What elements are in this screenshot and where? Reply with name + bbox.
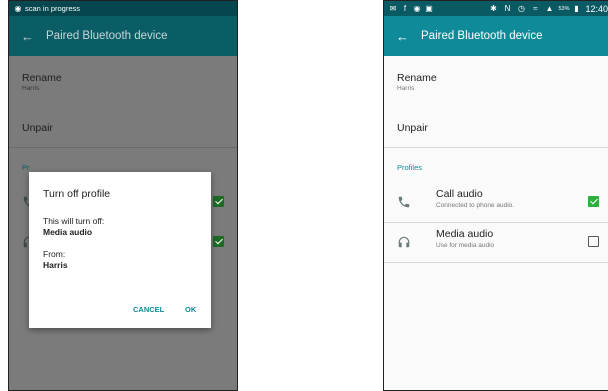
media-audio-title: Media audio xyxy=(436,228,494,240)
alarm-icon: ◷ xyxy=(517,4,525,13)
call-audio-row[interactable]: Call audio Connected to phone audio. xyxy=(384,182,608,222)
clock: 12:40 xyxy=(585,3,608,14)
chat-icon: ◉ xyxy=(413,4,421,13)
media-audio-text: Media audio Use for media audio xyxy=(436,228,494,249)
media-audio-checkbox[interactable] xyxy=(213,236,224,247)
unpair-item[interactable]: Unpair xyxy=(397,122,602,134)
settings-list: Rename Harris Unpair Pr Turn off profile… xyxy=(9,56,237,390)
device-name: Harris xyxy=(22,85,40,92)
profiles-section-label: Profiles xyxy=(397,163,423,172)
signal-icon: ▲ xyxy=(545,4,554,13)
call-audio-checkbox[interactable] xyxy=(213,196,224,207)
rename-label: Rename xyxy=(22,72,62,84)
app-bar-title: Paired Bluetooth device xyxy=(46,30,168,42)
app-bar: ← Paired Bluetooth device xyxy=(384,16,608,56)
dialog-device-name: Harris xyxy=(43,260,68,270)
back-arrow-icon[interactable]: ← xyxy=(396,29,409,44)
status-right: ✱ N ◷ ≈ ▲ 53% ▮ 12:40 xyxy=(488,4,608,14)
divider xyxy=(384,262,608,263)
back-arrow-icon[interactable]: ← xyxy=(21,29,34,44)
unpair-label: Unpair xyxy=(22,122,53,134)
media-audio-subtitle: Use for media audio xyxy=(436,242,495,249)
battery-icon: ▮ xyxy=(574,4,579,13)
email-icon: ✉ xyxy=(389,4,397,13)
dialog-profile-name: Media audio xyxy=(43,227,93,237)
phone-icon xyxy=(397,195,411,209)
headphones-icon xyxy=(397,235,411,249)
wifi-icon: ≈ xyxy=(533,4,538,13)
divider xyxy=(384,147,608,148)
status-bar: ✉ f ◉ ▣ ✱ N ◷ ≈ ▲ 53% ▮ 12:40 xyxy=(384,1,608,16)
ok-button[interactable]: OK xyxy=(185,305,196,314)
call-audio-checkbox[interactable] xyxy=(588,196,599,207)
media-audio-row[interactable]: Media audio Use for media audio xyxy=(384,222,608,262)
rename-label: Rename xyxy=(397,72,437,84)
call-audio-subtitle: Connected to phone audio. xyxy=(436,202,515,209)
bluetooth-icon: ✱ xyxy=(490,4,497,13)
nfc-icon: N xyxy=(504,4,511,13)
dialog-title: Turn off profile xyxy=(43,188,111,200)
unpair-item[interactable]: Unpair xyxy=(22,122,227,134)
rename-item[interactable]: Rename Harris xyxy=(397,72,602,92)
unpair-label: Unpair xyxy=(397,122,428,134)
device-name: Harris xyxy=(397,85,415,92)
status-text: scan in progress xyxy=(25,4,81,13)
rename-item[interactable]: Rename Harris xyxy=(22,72,227,92)
image-icon: ▣ xyxy=(425,4,433,13)
facebook-icon: f xyxy=(403,4,407,13)
media-audio-checkbox[interactable] xyxy=(588,236,599,247)
settings-list: Rename Harris Unpair Profiles Call audio… xyxy=(384,56,608,390)
profiles-section-label: Pr xyxy=(22,163,30,172)
cancel-button[interactable]: CANCEL xyxy=(133,305,164,314)
app-bar: ← Paired Bluetooth device xyxy=(9,16,237,56)
call-audio-title: Call audio xyxy=(436,188,483,200)
battery-percent: 53% xyxy=(558,5,570,12)
left-screen: ◉ scan in progress ← Paired Bluetooth de… xyxy=(8,0,238,391)
dialog-message-line1: This will turn off: xyxy=(43,216,105,226)
dialog-message-line3: From: xyxy=(43,249,66,259)
status-bar: ◉ scan in progress xyxy=(9,1,237,16)
divider xyxy=(9,147,237,148)
app-bar-title: Paired Bluetooth device xyxy=(421,30,543,42)
scan-icon: ◉ xyxy=(14,4,22,13)
call-audio-text: Call audio Connected to phone audio. xyxy=(436,188,514,209)
turn-off-profile-dialog: Turn off profile This will turn off: Med… xyxy=(29,172,211,328)
right-screen: ✉ f ◉ ▣ ✱ N ◷ ≈ ▲ 53% ▮ 12:40 ← Paired B… xyxy=(383,0,608,391)
